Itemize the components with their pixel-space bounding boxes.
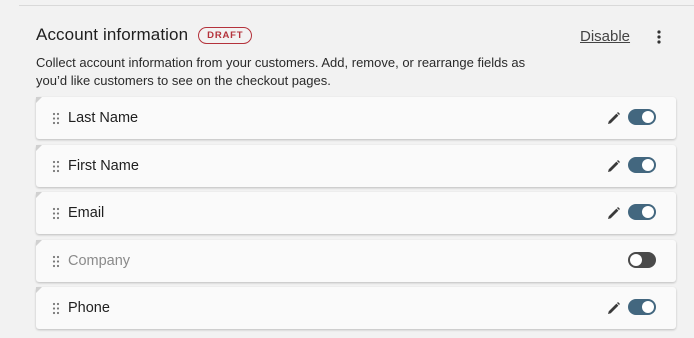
drag-handle-icon[interactable] [52, 160, 60, 173]
toggle-knob [642, 158, 654, 171]
status-badge: DRAFT [198, 26, 253, 44]
drag-handle-icon[interactable] [52, 302, 60, 315]
top-divider [19, 5, 694, 6]
field-toggle[interactable] [628, 109, 656, 125]
field-list: Last Name First Name Email Company Phone [36, 97, 676, 335]
field-label: Phone [68, 300, 110, 316]
drag-handle-icon[interactable] [52, 112, 60, 125]
field-row[interactable]: Email [36, 192, 676, 234]
section-title: Account information [36, 25, 189, 44]
pencil-icon[interactable] [606, 159, 621, 174]
row-corner-marker [36, 192, 42, 198]
pencil-icon[interactable] [606, 111, 621, 126]
toggle-knob [642, 206, 654, 218]
toggle-knob [642, 111, 654, 123]
field-label: First Name [68, 157, 139, 174]
row-corner-marker [36, 239, 42, 246]
field-label: Last Name [68, 110, 139, 126]
field-toggle[interactable] [628, 156, 656, 173]
drag-handle-icon[interactable] [52, 255, 60, 268]
field-toggle[interactable] [628, 251, 656, 268]
field-row[interactable]: Company [36, 239, 676, 282]
field-toggle[interactable] [628, 204, 656, 220]
field-label: Company [68, 252, 131, 269]
pencil-icon[interactable] [606, 206, 621, 221]
field-row[interactable]: Phone [36, 287, 676, 329]
section-header: Account information DRAFT Disable Collec… [36, 22, 694, 92]
field-toggle[interactable] [628, 299, 656, 315]
disable-link[interactable]: Disable [580, 28, 630, 45]
pencil-icon[interactable] [606, 301, 621, 316]
field-label: Email [68, 205, 105, 221]
row-corner-marker [36, 144, 42, 151]
toggle-knob [642, 301, 654, 313]
field-row[interactable]: First Name [36, 144, 676, 187]
field-row[interactable]: Last Name [36, 97, 676, 139]
row-corner-marker [36, 97, 42, 103]
drag-handle-icon[interactable] [52, 207, 60, 220]
section-description: Collect account information from your cu… [36, 55, 526, 88]
row-corner-marker [36, 287, 42, 293]
kebab-vertical-icon[interactable] [654, 28, 664, 46]
toggle-knob [630, 253, 642, 266]
